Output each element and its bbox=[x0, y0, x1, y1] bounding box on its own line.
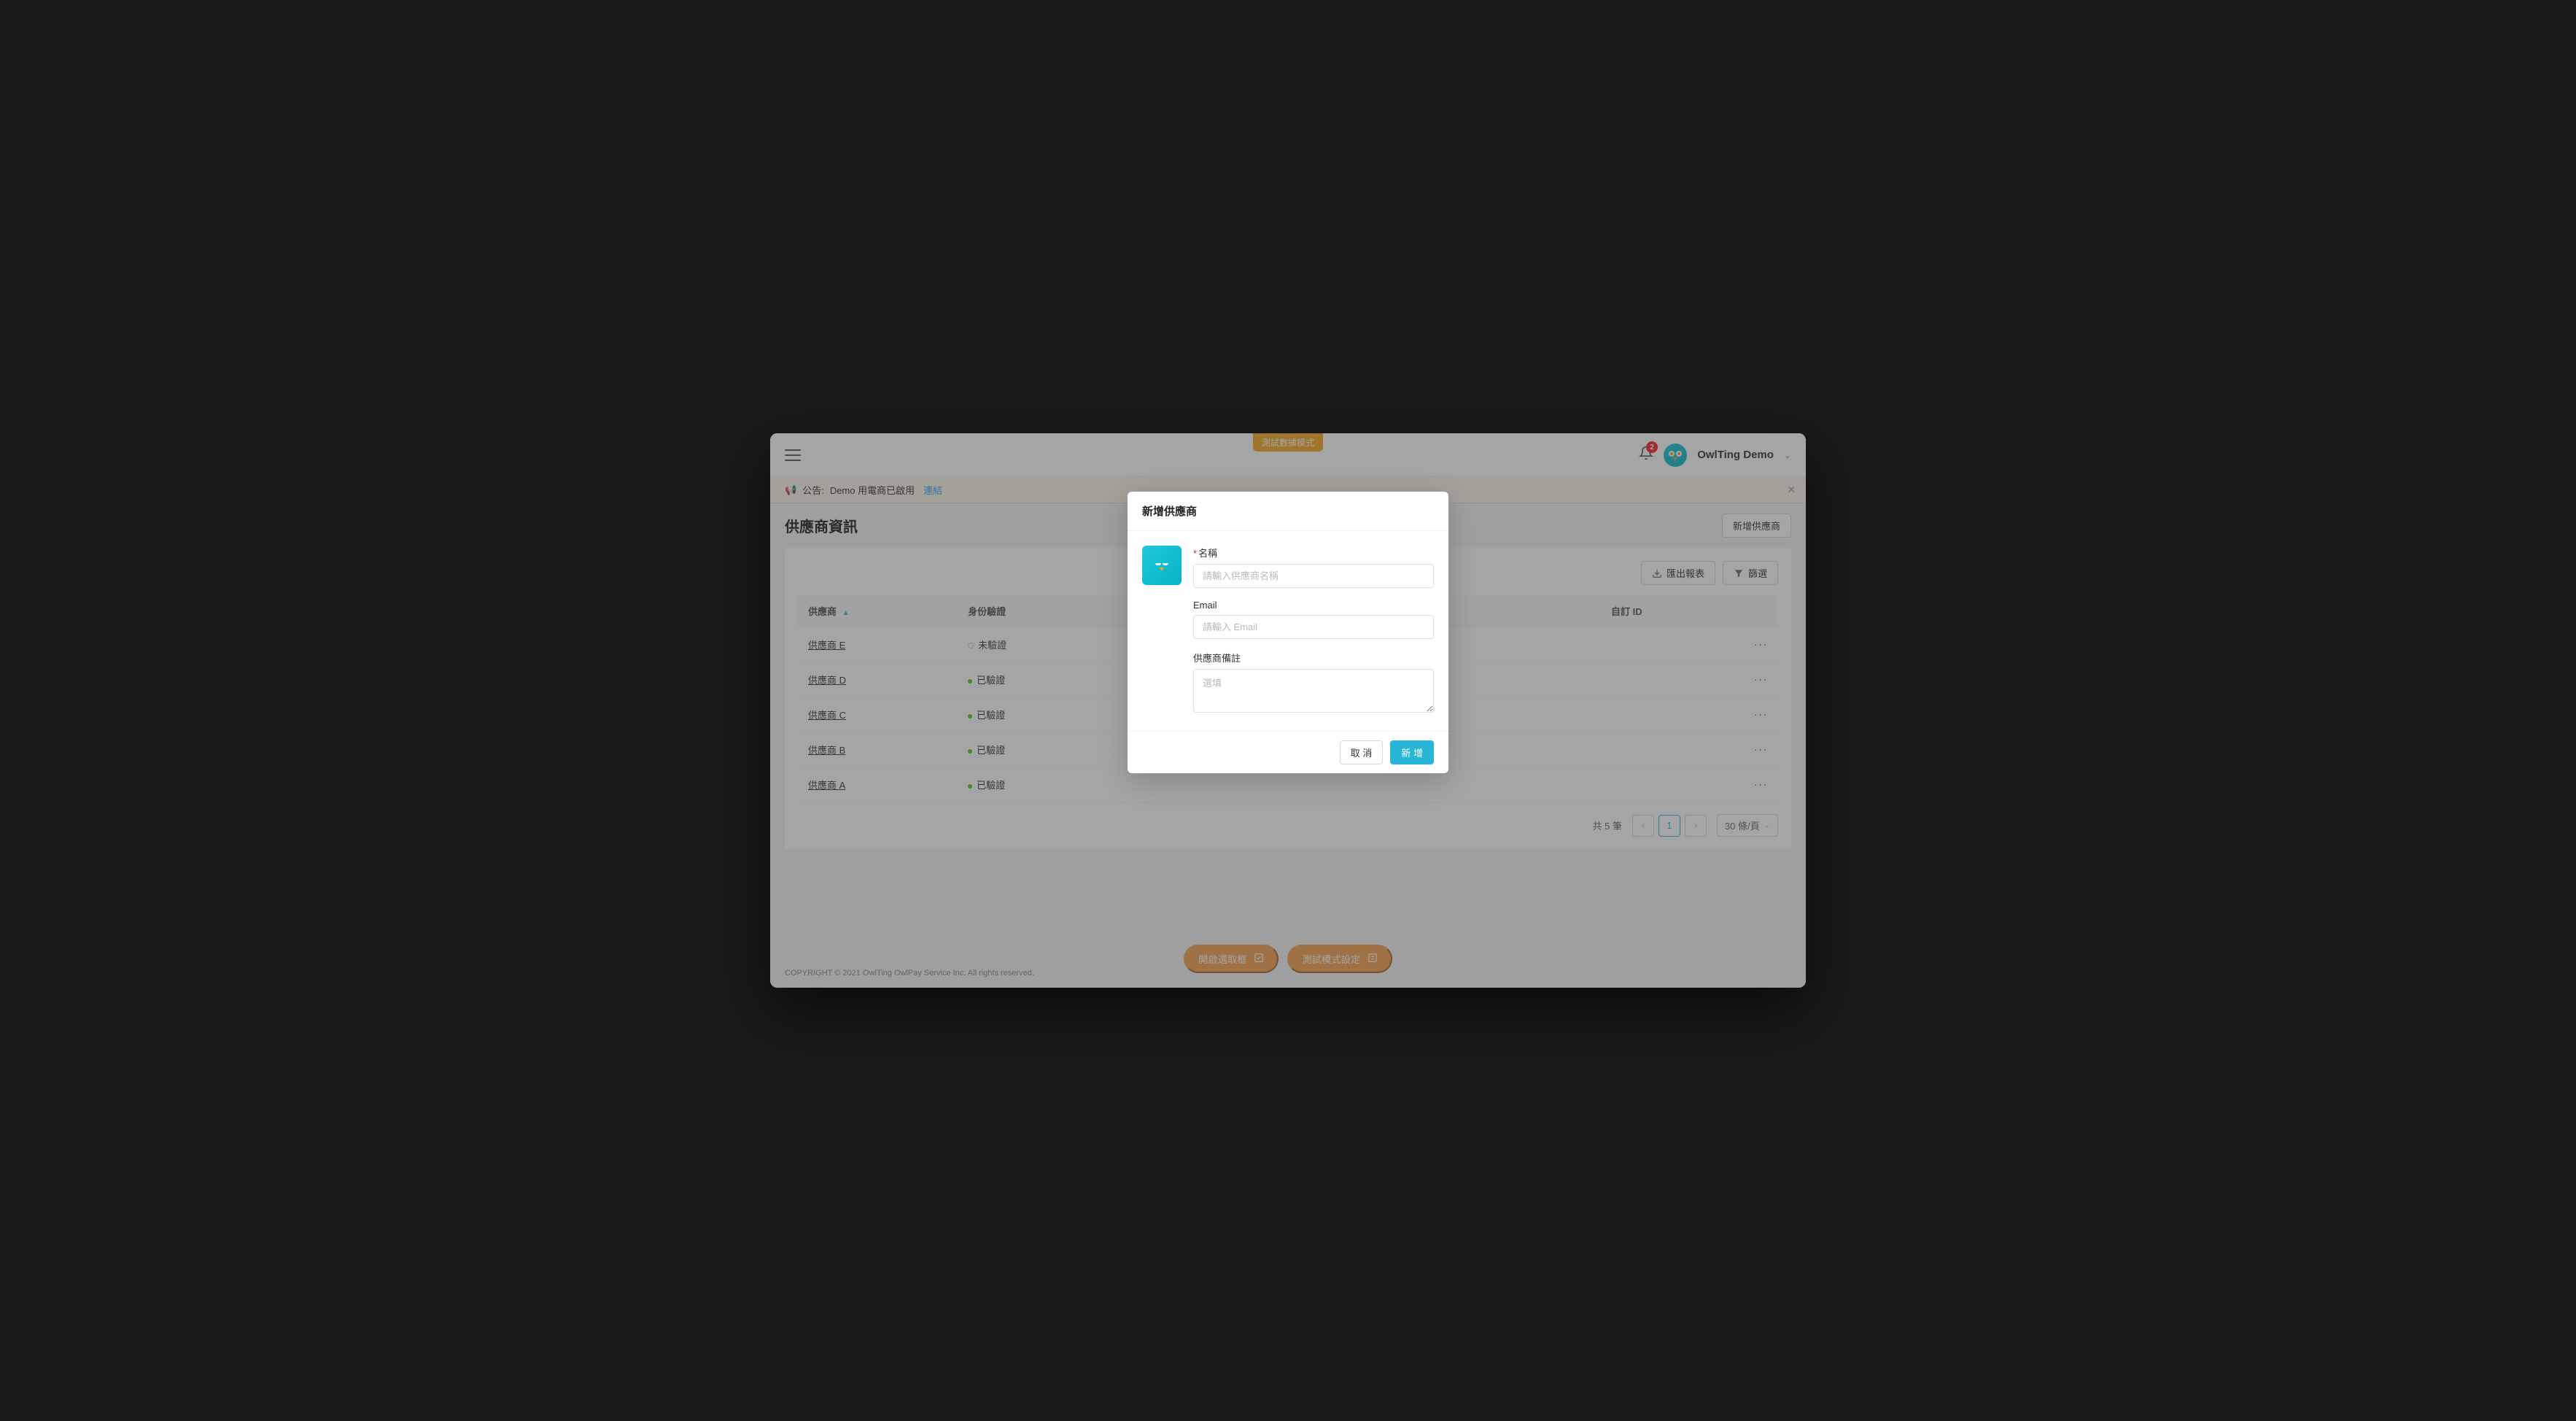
note-field-label: 供應商備註 bbox=[1193, 651, 1434, 665]
submit-button[interactable]: 新 增 bbox=[1390, 740, 1434, 764]
email-field-label: Email bbox=[1193, 600, 1434, 611]
cancel-button[interactable]: 取 消 bbox=[1340, 740, 1384, 764]
supplier-note-textarea[interactable] bbox=[1193, 669, 1434, 713]
supplier-avatar[interactable] bbox=[1142, 546, 1182, 585]
add-supplier-modal: 新增供應商 *名稱 Email 供應商備註 bbox=[1128, 492, 1448, 773]
supplier-name-input[interactable] bbox=[1193, 564, 1434, 588]
modal-title: 新增供應商 bbox=[1128, 492, 1448, 531]
supplier-email-input[interactable] bbox=[1193, 615, 1434, 639]
name-field-label: *名稱 bbox=[1193, 546, 1434, 560]
modal-overlay[interactable]: 新增供應商 *名稱 Email 供應商備註 bbox=[770, 433, 1806, 988]
